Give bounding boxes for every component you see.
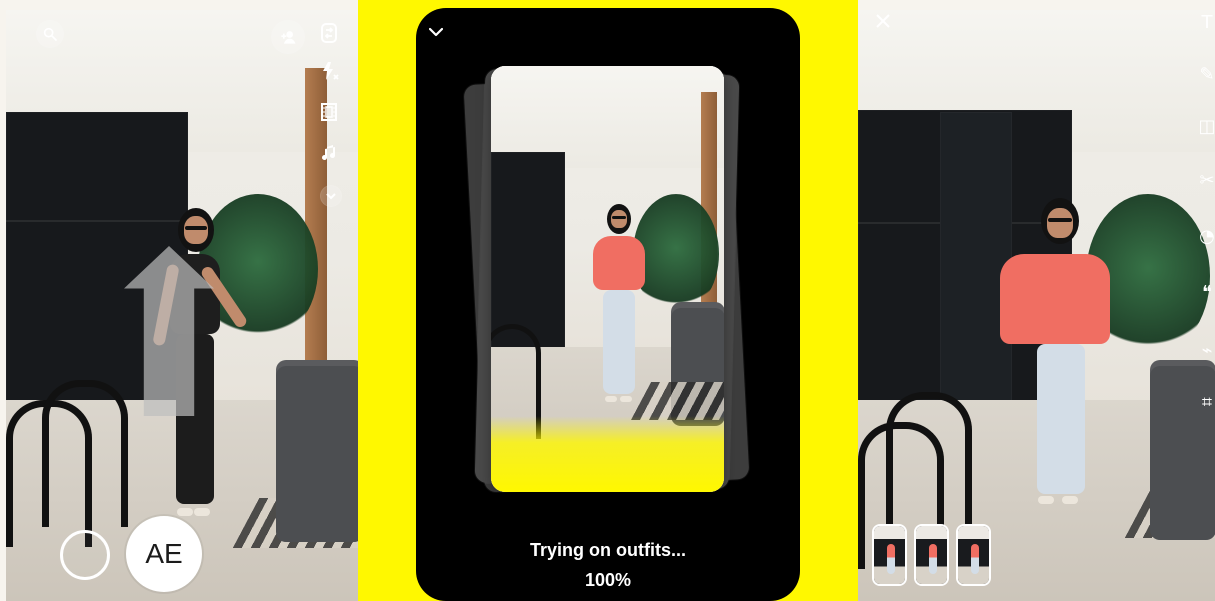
face	[184, 216, 208, 244]
light-jeans	[603, 290, 635, 394]
close-icon	[876, 14, 890, 28]
person-right	[990, 198, 1118, 506]
preview-face	[611, 210, 627, 228]
search-icon	[43, 27, 57, 41]
left-shoe	[177, 508, 193, 516]
bar-stool	[42, 380, 128, 527]
thumbnail-person	[929, 544, 937, 574]
quote-icon: ❝	[1202, 281, 1212, 303]
crop-icon: ⌗	[1201, 391, 1213, 413]
outfit-thumbnail[interactable]	[914, 524, 949, 586]
timer-icon: ◔	[1199, 225, 1215, 247]
more-tools-button[interactable]	[320, 185, 342, 207]
capture-button[interactable]	[60, 530, 110, 580]
outfit-thumbnail[interactable]	[872, 524, 907, 586]
thumbnail-person	[887, 544, 895, 574]
chevron-down-icon	[326, 193, 336, 200]
filmstrip-icon	[321, 103, 337, 121]
right-sofa	[1150, 360, 1215, 540]
preview-left-shoe	[605, 396, 617, 402]
progress-percent: 100%	[584, 570, 632, 590]
attach-tool[interactable]: ⌁	[1199, 339, 1215, 361]
flash-button[interactable]	[319, 60, 341, 82]
right-stool	[886, 392, 972, 539]
sticker-icon: ◫	[1198, 115, 1215, 137]
right-left-shoe	[1038, 496, 1054, 504]
text-icon: T	[1201, 11, 1213, 33]
right-shoe	[194, 508, 210, 516]
right-light-jeans	[1037, 344, 1085, 494]
right-result-view: T ✎ ◫ ✂ ◔ ❝ ⌁ ⌗	[858, 10, 1215, 601]
screen-root: AE Trying on outfits... 100% T ✎ ◫ ✂ ◔ ❝…	[0, 0, 1215, 601]
add-friend-button[interactable]	[271, 20, 305, 54]
draw-icon: ✎	[1199, 63, 1215, 85]
yellow-progress-fade	[491, 416, 724, 492]
draw-tool[interactable]: ✎	[1199, 63, 1215, 85]
music-button[interactable]	[319, 143, 341, 165]
flip-camera-button[interactable]	[320, 21, 338, 45]
preview-right-shoe	[620, 396, 632, 402]
preview-cabinets	[491, 152, 565, 352]
flash-off-icon	[323, 62, 339, 80]
right-face	[1047, 208, 1073, 238]
video-mode-button[interactable]	[319, 102, 339, 122]
avatar-initials: AE	[145, 538, 183, 569]
add-friend-icon	[281, 31, 296, 44]
right-right-shoe	[1062, 496, 1078, 504]
left-camera-view: AE	[6, 10, 358, 601]
sticker-tool[interactable]: ◫	[1198, 115, 1215, 137]
right-coral-sweater	[1000, 254, 1110, 344]
timer-tool[interactable]: ◔	[1199, 225, 1215, 247]
preview-person	[587, 204, 651, 410]
processing-status: Trying on outfits... 100%	[416, 540, 800, 591]
music-icon	[322, 145, 336, 161]
avatar[interactable]: AE	[126, 516, 202, 592]
close-button[interactable]	[874, 12, 892, 30]
text-tool[interactable]: T	[1199, 11, 1215, 33]
coral-sweater	[593, 236, 645, 290]
flip-camera-icon	[321, 23, 337, 43]
status-label: Trying on outfits...	[530, 540, 686, 560]
collapse-button[interactable]	[428, 22, 444, 37]
thumbnail-person	[971, 544, 979, 574]
outfit-preview-card	[491, 66, 724, 492]
sunglasses	[185, 226, 207, 230]
outfit-thumbnail[interactable]	[956, 524, 991, 586]
crop-tool[interactable]: ⌗	[1199, 391, 1215, 413]
sofa	[276, 360, 358, 542]
scissors-tool[interactable]: ✂	[1199, 169, 1215, 191]
attach-icon: ⌁	[1201, 339, 1213, 361]
right-sunglasses	[1048, 218, 1072, 222]
quote-tool[interactable]: ❝	[1199, 281, 1215, 303]
preview-sunglasses	[612, 216, 626, 219]
chevron-down-icon	[428, 27, 444, 37]
processing-phone: Trying on outfits... 100%	[416, 8, 800, 601]
search-button[interactable]	[36, 20, 64, 48]
scissors-icon: ✂	[1199, 169, 1215, 191]
